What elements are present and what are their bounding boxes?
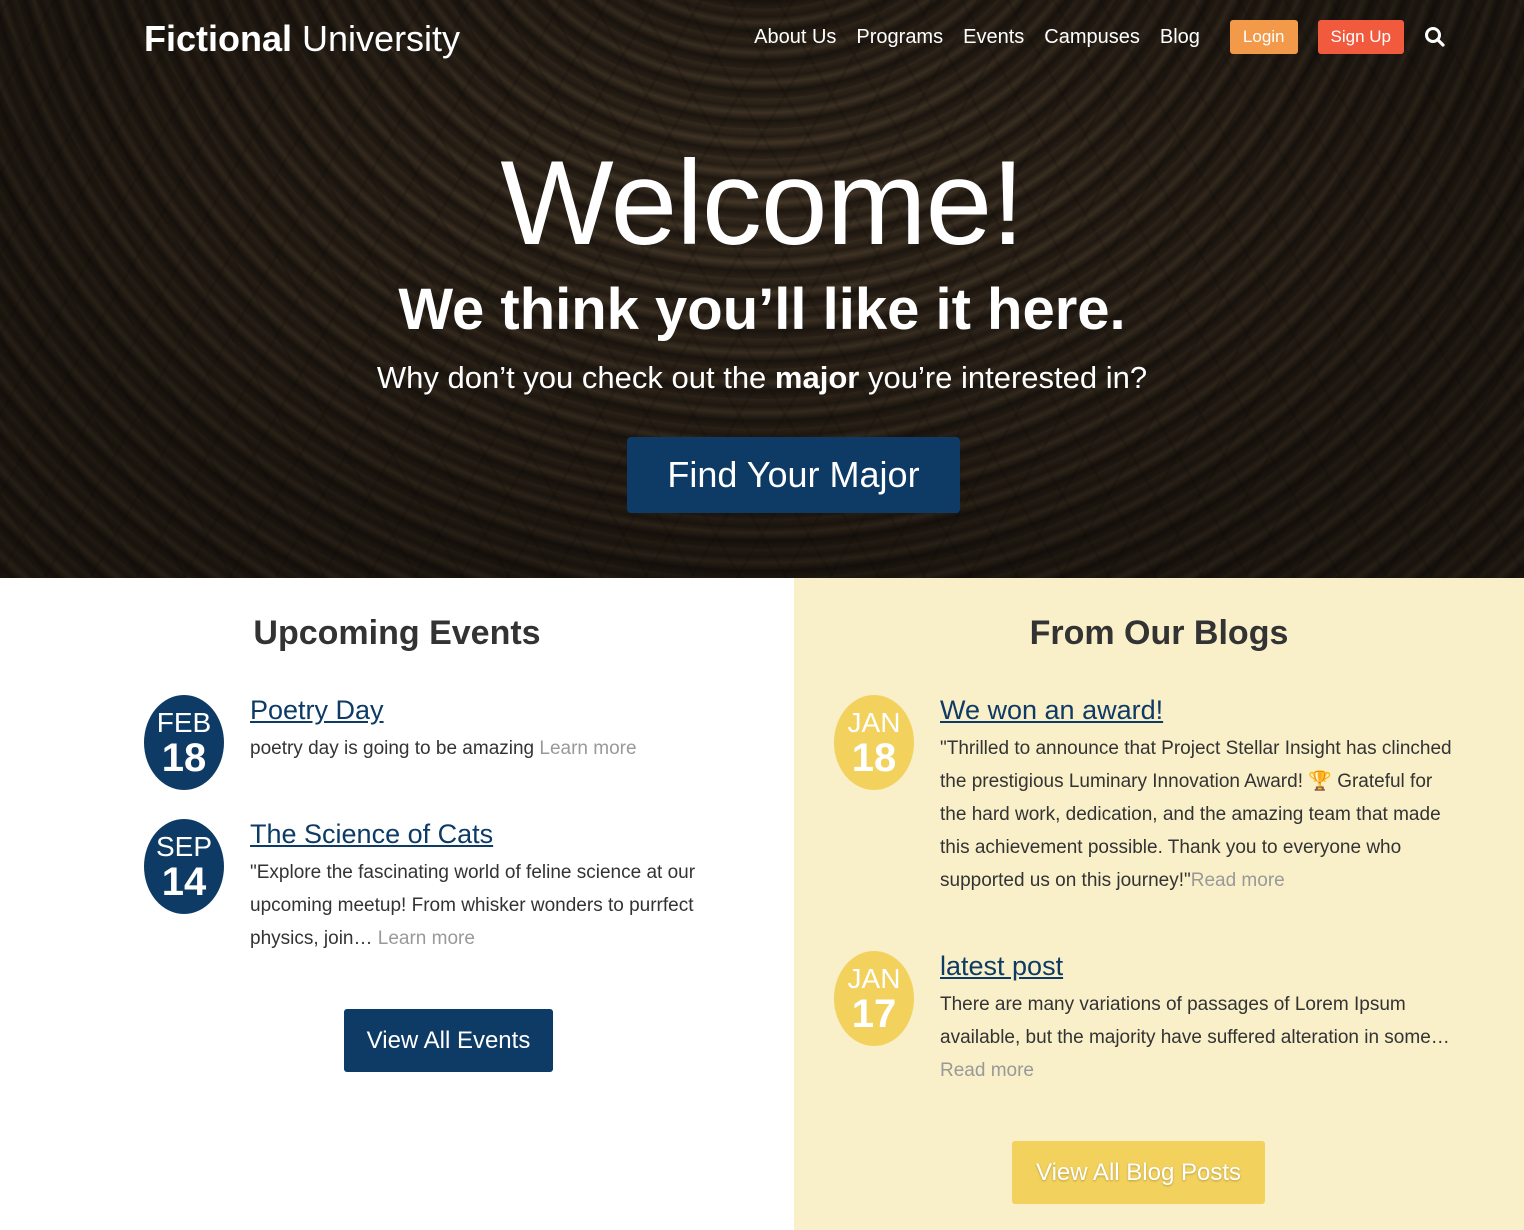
subline-end: you’re interested in? [859,360,1148,395]
blogs-title: From Our Blogs [1029,614,1289,652]
event-excerpt: "Explore the fascinating world of feline… [250,856,740,955]
site-header: Fictional University About Us Programs E… [0,0,1524,80]
blog-month: JAN [847,962,901,994]
logo-light: University [302,18,461,59]
events-title: Upcoming Events [253,614,541,652]
blogs-section: From Our Blogs JAN 18 We won an award! "… [794,578,1524,1230]
blog-month: JAN [847,706,901,738]
blog-day: 18 [851,735,897,780]
event-title-link[interactable]: Poetry Day [250,695,384,726]
read-more-link[interactable]: Read more [1191,870,1285,891]
event-excerpt-text: poetry day is going to be amazing [250,738,540,759]
blog-excerpt: There are many variations of passages of… [940,988,1460,1087]
subline-start: Why don’t you check out the [376,360,775,395]
event-title-link[interactable]: The Science of Cats [250,819,493,850]
event-month: SEP [155,830,213,862]
event-day: 18 [161,735,207,780]
learn-more-link[interactable]: Learn more [378,928,475,949]
blog-day: 17 [851,991,897,1036]
site-logo[interactable]: Fictional University [144,18,460,60]
upcoming-events-section: Upcoming Events FEB 18 Poetry Day poetry… [0,578,794,1230]
blog-excerpt-text: There are many variations of passages of… [940,994,1450,1048]
blog-title-link[interactable]: We won an award! [940,695,1163,726]
blog-title-link[interactable]: latest post [940,951,1063,982]
event-date-badge: FEB 18 [144,695,224,790]
signup-button[interactable]: Sign Up [1317,20,1404,54]
learn-more-link[interactable]: Learn more [539,738,636,759]
event-date-badge: SEP 14 [144,819,224,914]
nav-events[interactable]: Events [963,20,1024,54]
blog-date-badge: JAN 18 [834,695,914,790]
nav-about-us[interactable]: About Us [754,20,836,54]
view-all-blog-posts-button[interactable]: View All Blog Posts [1012,1141,1265,1204]
search-icon[interactable] [1424,26,1446,48]
event-day: 14 [161,859,207,904]
login-button[interactable]: Login [1229,20,1298,54]
event-month: FEB [156,706,212,738]
blog-excerpt: "Thrilled to announce that Project Stell… [940,732,1460,897]
hero-subline: Why don’t you check out the major you’re… [0,360,1524,396]
main-nav: About Us Programs Events Campuses Blog L… [734,20,1446,54]
nav-blog[interactable]: Blog [1160,20,1200,54]
nav-programs[interactable]: Programs [856,20,943,54]
view-all-events-button[interactable]: View All Events [344,1009,553,1072]
find-your-major-button[interactable]: Find Your Major [627,437,960,513]
logo-bold: Fictional [144,18,293,59]
hero-heading: Welcome! [500,136,1024,270]
read-more-link[interactable]: Read more [940,1060,1034,1081]
nav-campuses[interactable]: Campuses [1044,20,1140,54]
blog-excerpt-text: "Thrilled to announce that Project Stell… [940,738,1452,891]
hero-tagline: We think you’ll like it here. [398,277,1126,342]
blog-date-badge: JAN 17 [834,951,914,1046]
subline-major: major [774,360,860,395]
event-excerpt: poetry day is going to be amazing Learn … [250,732,750,765]
